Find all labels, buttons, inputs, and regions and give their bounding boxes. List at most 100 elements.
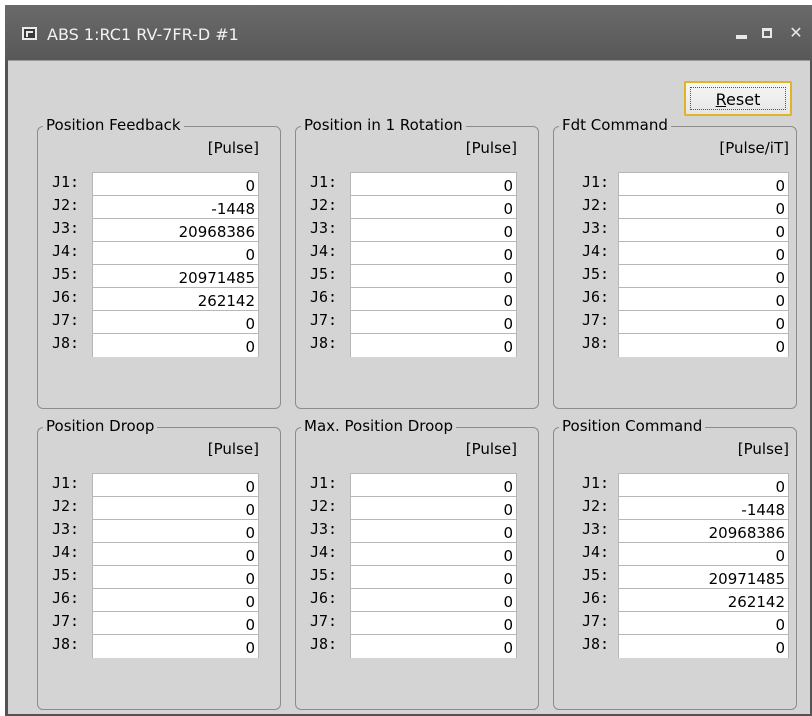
joint-value: 0 (350, 287, 517, 311)
joint-row: J1: 0 (296, 473, 538, 497)
joint-value: 0 (350, 218, 517, 242)
joint-value: 0 (350, 264, 517, 288)
joint-label: J3: (582, 520, 610, 538)
joint-label: J5: (310, 265, 338, 283)
joint-label: J8: (582, 334, 610, 352)
joint-label: J6: (582, 288, 610, 306)
joint-value: 0 (618, 264, 789, 288)
joint-value: 0 (350, 241, 517, 265)
joint-row: J3: 0 (296, 519, 538, 543)
joint-row: J6: 0 (38, 588, 280, 612)
close-button[interactable]: ✕ (786, 23, 806, 43)
group-position-in-1-rotation: Position in 1 Rotation [Pulse] J1: 0 J2: 0… (295, 116, 539, 409)
window-title: ABS 1:RC1 RV-7FR-D #1 (47, 25, 239, 44)
unit-label: [Pulse] (207, 139, 259, 157)
joint-row: J2: 0 (296, 496, 538, 520)
joint-label: J3: (310, 520, 338, 538)
joint-row: J1: 0 (554, 172, 796, 196)
joint-row: J4: 0 (296, 241, 538, 265)
unit-label: [Pulse] (465, 440, 517, 458)
joint-label: J8: (310, 334, 338, 352)
joint-label: J5: (310, 566, 338, 584)
joint-label: J2: (52, 196, 80, 214)
joint-value: 0 (618, 634, 789, 658)
maximize-button[interactable] (757, 23, 777, 43)
group-title: Max. Position Droop (301, 417, 456, 435)
joint-value: 262142 (92, 287, 259, 311)
joint-value: 0 (350, 195, 517, 219)
unit-label: [Pulse] (465, 139, 517, 157)
joint-label: J5: (582, 265, 610, 283)
group-fdt-command: Fdt Command [Pulse/iT] J1: 0 J2: 0 J3: 0 J4… (553, 116, 797, 409)
joint-label: J5: (582, 566, 610, 584)
joint-value: 0 (350, 542, 517, 566)
joint-row: J6: 0 (554, 287, 796, 311)
joint-label: J4: (52, 543, 80, 561)
joint-row: J3: 20968386 (38, 218, 280, 242)
joint-value: 0 (92, 611, 259, 635)
joint-label: J3: (582, 219, 610, 237)
joint-row: J8: 0 (38, 634, 280, 658)
joint-row: J7: 0 (554, 611, 796, 635)
joint-row: J2: 0 (296, 195, 538, 219)
joint-label: J4: (582, 242, 610, 260)
joint-row: J2: -1448 (554, 496, 796, 520)
joint-label: J1: (52, 173, 80, 191)
joint-label: J6: (52, 288, 80, 306)
window-icon[interactable] (22, 27, 37, 40)
joint-row: J4: 0 (554, 241, 796, 265)
joint-value: 0 (618, 473, 789, 497)
title-bar[interactable]: ABS 1:RC1 RV-7FR-D #1 ✕ (5, 5, 812, 60)
joint-value: 0 (350, 473, 517, 497)
joint-row: J8: 0 (296, 634, 538, 658)
joint-row: J1: 0 (38, 172, 280, 196)
minimize-button[interactable] (732, 23, 752, 43)
joint-value: 0 (92, 634, 259, 658)
close-icon: ✕ (789, 23, 803, 42)
joint-row: J3: 20968386 (554, 519, 796, 543)
group-title: Position Command (559, 417, 706, 435)
joint-value: 20971485 (92, 264, 259, 288)
reset-button[interactable]: Reset (684, 81, 792, 116)
joint-row: J4: 0 (296, 542, 538, 566)
joint-row: J4: 0 (554, 542, 796, 566)
group-position-command: Position Command [Pulse] J1: 0 J2: -1448 J… (553, 417, 797, 710)
joint-row: J2: 0 (38, 496, 280, 520)
joint-label: J5: (52, 265, 80, 283)
group-max-position-droop: Max. Position Droop [Pulse] J1: 0 J2: 0 J3… (295, 417, 539, 710)
joint-row: J5: 0 (296, 264, 538, 288)
unit-label: [Pulse] (207, 440, 259, 458)
window: ABS 1:RC1 RV-7FR-D #1 ✕ Reset Position F… (5, 5, 812, 716)
reset-button-accelerator: R (715, 90, 727, 109)
joint-row: J7: 0 (296, 611, 538, 635)
joint-label: J7: (52, 612, 80, 630)
reset-button-focus: Reset (690, 87, 786, 110)
joint-label: J7: (52, 311, 80, 329)
joint-row: J5: 0 (38, 565, 280, 589)
joint-row: J1: 0 (554, 473, 796, 497)
joint-value: 20968386 (618, 519, 789, 543)
joint-row: J8: 0 (554, 634, 796, 658)
joint-row: J8: 0 (38, 333, 280, 357)
joint-value: 20971485 (618, 565, 789, 589)
joint-value: 0 (92, 473, 259, 497)
joint-value: 0 (350, 310, 517, 334)
group-position-droop: Position Droop [Pulse] J1: 0 J2: 0 J3: 0 J4… (37, 417, 281, 710)
joint-row: J6: 262142 (554, 588, 796, 612)
joint-value: 0 (92, 565, 259, 589)
joint-row: J7: 0 (38, 611, 280, 635)
joint-row: J3: 0 (554, 218, 796, 242)
group-title: Fdt Command (559, 116, 671, 134)
joint-label: J8: (582, 635, 610, 653)
joint-label: J3: (310, 219, 338, 237)
joint-value: 0 (350, 333, 517, 357)
group-position-feedback: Position Feedback [Pulse] J1: 0 J2: -1448 … (37, 116, 281, 409)
joint-label: J4: (310, 543, 338, 561)
joint-label: J4: (310, 242, 338, 260)
joint-value: 0 (350, 588, 517, 612)
joint-value: 0 (618, 611, 789, 635)
joint-row: J4: 0 (38, 241, 280, 265)
joint-row: J3: 0 (296, 218, 538, 242)
joint-value: 262142 (618, 588, 789, 612)
joint-row: J1: 0 (38, 473, 280, 497)
